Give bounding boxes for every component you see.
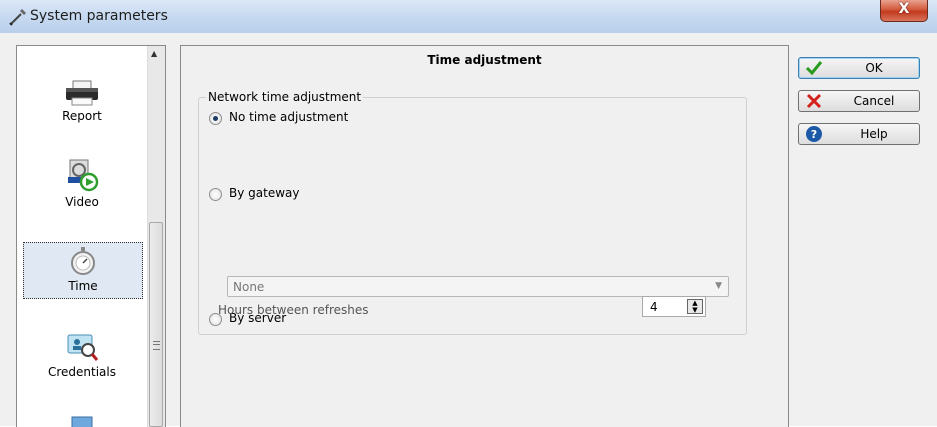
stopwatch-icon (71, 247, 95, 275)
cancel-button[interactable]: Cancel (798, 90, 920, 112)
printer-icon (66, 80, 98, 106)
sidebar-item-label: Video (65, 195, 99, 209)
radio-by-gateway[interactable] (209, 188, 222, 201)
hours-spinner[interactable]: 4 ▲ ▼ (642, 296, 706, 317)
sidebar-item-more[interactable] (22, 414, 142, 427)
spinner-arrows-icon[interactable]: ▲ ▼ (687, 299, 703, 314)
ok-button-label: OK (865, 61, 883, 75)
hours-value: 4 (650, 300, 658, 314)
gateway-select[interactable]: None ▼ (227, 276, 729, 297)
credentials-icon (67, 334, 99, 361)
cancel-button-label: Cancel (853, 94, 895, 108)
sidebar-item-credentials[interactable]: Credentials (22, 332, 142, 384)
panel-title: Time adjustment (427, 53, 542, 67)
sidebar-item-time[interactable]: Time (23, 242, 143, 299)
radio-label-by-gateway: By gateway (229, 186, 300, 200)
checkmark-icon (805, 61, 823, 76)
group-label: Network time adjustment (206, 90, 364, 104)
sidebar-item-label: Credentials (47, 365, 116, 379)
action-buttons: OK Cancel ? Help (790, 45, 937, 426)
help-icon: ? (806, 126, 822, 142)
sidebar-item-video[interactable]: Video (22, 158, 142, 210)
close-icon: X (898, 1, 910, 17)
radio-label-no-adjustment: No time adjustment (229, 110, 349, 124)
help-button[interactable]: ? Help (798, 123, 920, 145)
scroll-up-arrow-icon[interactable]: ▲ (151, 49, 157, 58)
title-bar: System parameters X (0, 0, 937, 34)
chevron-down-icon: ▼ (715, 281, 722, 291)
close-button[interactable]: X (880, 0, 928, 22)
sidebar-item-label: Report (62, 109, 102, 123)
window-title: System parameters (30, 8, 168, 24)
sidebar-item-report[interactable]: Report (22, 80, 142, 126)
hours-between-refreshes-label: Hours between refreshes (218, 303, 369, 317)
radio-no-adjustment[interactable] (209, 112, 222, 125)
ok-button[interactable]: OK (798, 57, 920, 79)
close-x-icon (806, 93, 822, 109)
svg-text:?: ? (811, 128, 817, 141)
grip-icon (153, 341, 160, 350)
video-icon (68, 159, 99, 192)
wrench-icon (9, 9, 26, 26)
gateway-select-value: None (233, 280, 265, 294)
monitor-icon (71, 416, 93, 427)
category-list: Report Video Time Credentials ▲ (16, 45, 166, 427)
help-button-label: Help (860, 127, 888, 141)
sidebar-scrollbar[interactable]: ▲ (147, 46, 165, 427)
sidebar-item-label: Time (68, 279, 98, 293)
settings-panel: Time adjustment Network time adjustment … (180, 45, 789, 427)
scrollbar-thumb[interactable] (149, 222, 163, 427)
